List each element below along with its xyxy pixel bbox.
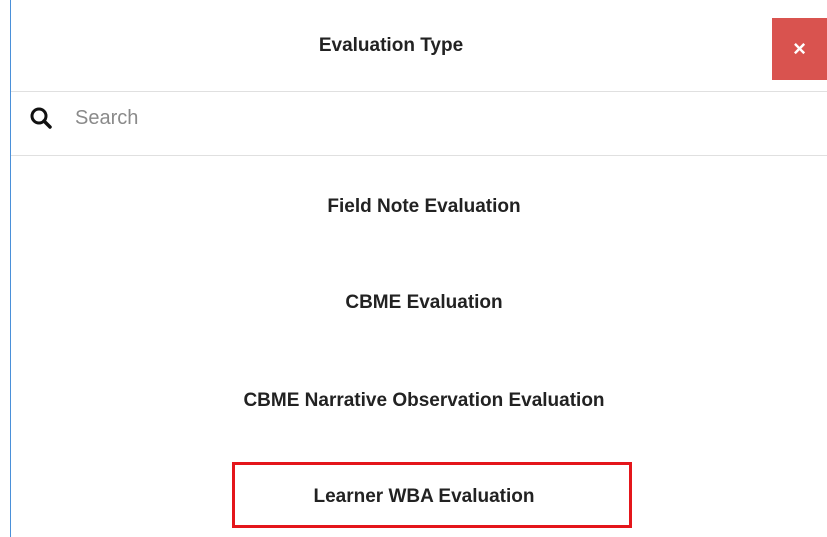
- search-icon: [29, 106, 53, 130]
- evaluation-type-dialog: Evaluation Type × Field Note Evaluation …: [0, 0, 827, 537]
- search-row: [11, 92, 827, 156]
- close-button[interactable]: ×: [772, 18, 827, 80]
- close-icon: ×: [793, 36, 806, 61]
- option-cbme-evaluation[interactable]: CBME Evaluation: [11, 292, 827, 314]
- option-cbme-narrative-observation-evaluation[interactable]: CBME Narrative Observation Evaluation: [11, 390, 827, 412]
- option-field-note-evaluation[interactable]: Field Note Evaluation: [11, 196, 827, 218]
- evaluation-type-list: Field Note Evaluation CBME Evaluation CB…: [11, 156, 827, 537]
- search-input[interactable]: [75, 102, 775, 134]
- option-learner-wba-evaluation[interactable]: Learner WBA Evaluation: [11, 486, 827, 508]
- dialog-header: Evaluation Type ×: [11, 0, 827, 92]
- dialog-title: Evaluation Type: [318, 35, 464, 56]
